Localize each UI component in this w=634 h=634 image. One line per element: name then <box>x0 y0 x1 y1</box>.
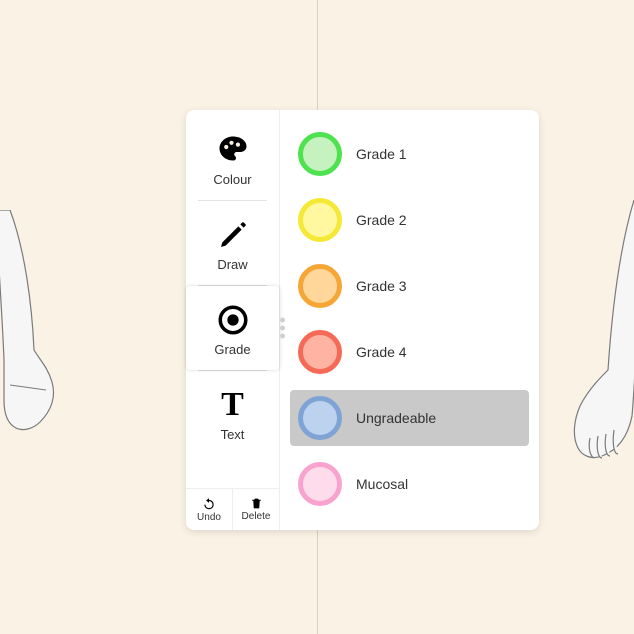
footer-actions: Undo Delete <box>186 488 279 530</box>
tool-text-label: Text <box>221 427 245 442</box>
grade-options: Grade 1 Grade 2 Grade 3 Grade 4 Ungradeable M… <box>280 110 539 530</box>
body-right-arm <box>544 200 634 500</box>
grade-option[interactable]: Grade 4 <box>290 324 529 380</box>
tool-colour-label: Colour <box>213 172 251 187</box>
grade-option[interactable]: Ungradeable <box>290 390 529 446</box>
grade-swatch <box>298 132 342 176</box>
drag-handle-icon[interactable] <box>280 318 285 339</box>
grade-option-label: Mucosal <box>356 476 408 492</box>
grade-option-label: Ungradeable <box>356 410 436 426</box>
grade-swatch <box>298 462 342 506</box>
grade-swatch <box>298 198 342 242</box>
undo-button[interactable]: Undo <box>186 489 232 530</box>
tool-draw-label: Draw <box>217 257 247 272</box>
grade-option-label: Grade 1 <box>356 146 407 162</box>
grade-swatch <box>298 330 342 374</box>
body-left-arm <box>0 210 80 470</box>
tool-colour[interactable]: Colour <box>186 116 279 200</box>
tool-grade-label: Grade <box>214 342 250 357</box>
grade-option-label: Grade 2 <box>356 212 407 228</box>
grade-option-label: Grade 4 <box>356 344 407 360</box>
grade-option[interactable]: Grade 1 <box>290 126 529 182</box>
palette-icon <box>215 130 251 170</box>
tool-text[interactable]: T Text <box>186 371 279 455</box>
delete-button[interactable]: Delete <box>232 489 279 530</box>
grade-option-label: Grade 3 <box>356 278 407 294</box>
grade-option[interactable]: Mucosal <box>290 456 529 512</box>
text-icon: T <box>221 385 244 425</box>
tools-column: Colour Draw Grade <box>186 110 280 530</box>
tool-panel: Colour Draw Grade <box>186 110 539 530</box>
grade-option[interactable]: Grade 3 <box>290 258 529 314</box>
pencil-icon <box>217 215 249 255</box>
trash-icon <box>250 497 263 510</box>
delete-label: Delete <box>242 511 271 522</box>
grade-swatch <box>298 264 342 308</box>
grade-option[interactable]: Grade 2 <box>290 192 529 248</box>
undo-icon <box>202 497 216 511</box>
grade-swatch <box>298 396 342 440</box>
tool-draw[interactable]: Draw <box>186 201 279 285</box>
undo-label: Undo <box>197 512 221 523</box>
target-icon <box>216 300 250 340</box>
tool-grade[interactable]: Grade <box>186 286 279 370</box>
